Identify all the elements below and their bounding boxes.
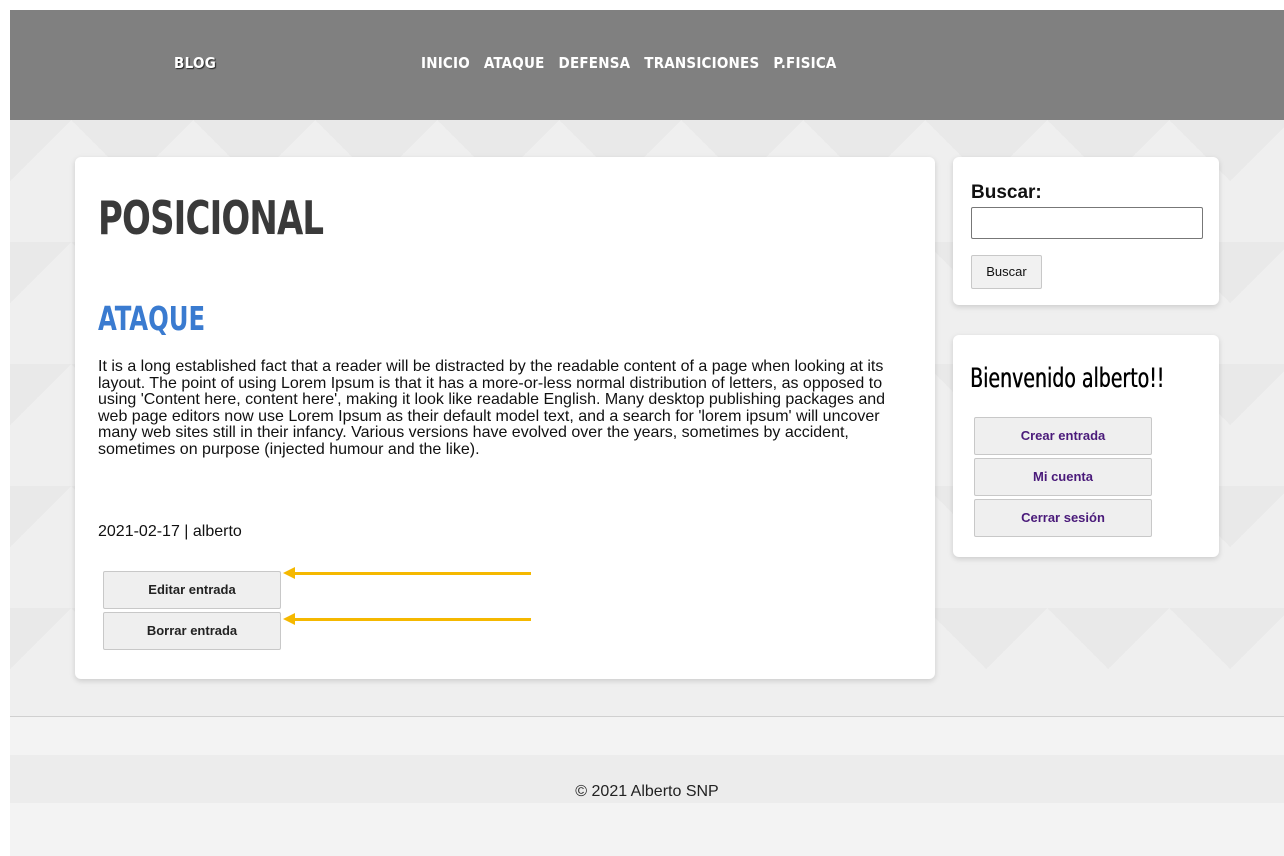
nav-link-defensa[interactable]: DEFENSA <box>559 54 631 72</box>
main-nav: INICIO ATAQUE DEFENSA TRANSICIONES P.FIS… <box>421 54 837 72</box>
post-card: POSICIONAL ATAQUE It is a long establish… <box>75 157 935 679</box>
edit-post-button[interactable]: Editar entrada <box>103 571 281 609</box>
logout-button[interactable]: Cerrar sesión <box>974 499 1152 537</box>
nav-link-inicio[interactable]: INICIO <box>421 54 470 72</box>
nav-link-transiciones[interactable]: TRANSICIONES <box>644 54 759 72</box>
browser-viewport: BLOG INICIO ATAQUE DEFENSA TRANSICIONES … <box>10 10 1284 856</box>
site-header: BLOG INICIO ATAQUE DEFENSA TRANSICIONES … <box>10 10 1284 120</box>
arrow-left-icon <box>283 567 531 579</box>
nav-link-ataque[interactable]: ATAQUE <box>484 54 545 72</box>
nav-link-pfisica[interactable]: P.FISICA <box>773 54 836 72</box>
delete-post-button[interactable]: Borrar entrada <box>103 612 281 650</box>
site-footer: © 2021 Alberto SNP <box>10 716 1284 856</box>
search-widget: Buscar: Buscar <box>953 157 1219 305</box>
page-title: POSICIONAL <box>98 191 324 245</box>
create-post-button[interactable]: Crear entrada <box>974 417 1152 455</box>
arrow-left-icon <box>283 613 531 625</box>
brand-link[interactable]: BLOG <box>174 54 216 72</box>
search-label: Buscar: <box>971 182 1042 203</box>
my-account-button[interactable]: Mi cuenta <box>974 458 1152 496</box>
welcome-heading: Bienvenido alberto!! <box>970 363 1165 394</box>
post-title-link[interactable]: ATAQUE <box>98 299 205 338</box>
search-input[interactable] <box>971 207 1203 239</box>
post-body: It is a long established fact that a rea… <box>98 358 886 458</box>
post-meta: 2021-02-17 | alberto <box>98 523 242 540</box>
user-widget: Bienvenido alberto!! Crear entrada Mi cu… <box>953 335 1219 557</box>
search-button[interactable]: Buscar <box>971 255 1042 289</box>
copyright-text: © 2021 Alberto SNP <box>575 783 719 800</box>
